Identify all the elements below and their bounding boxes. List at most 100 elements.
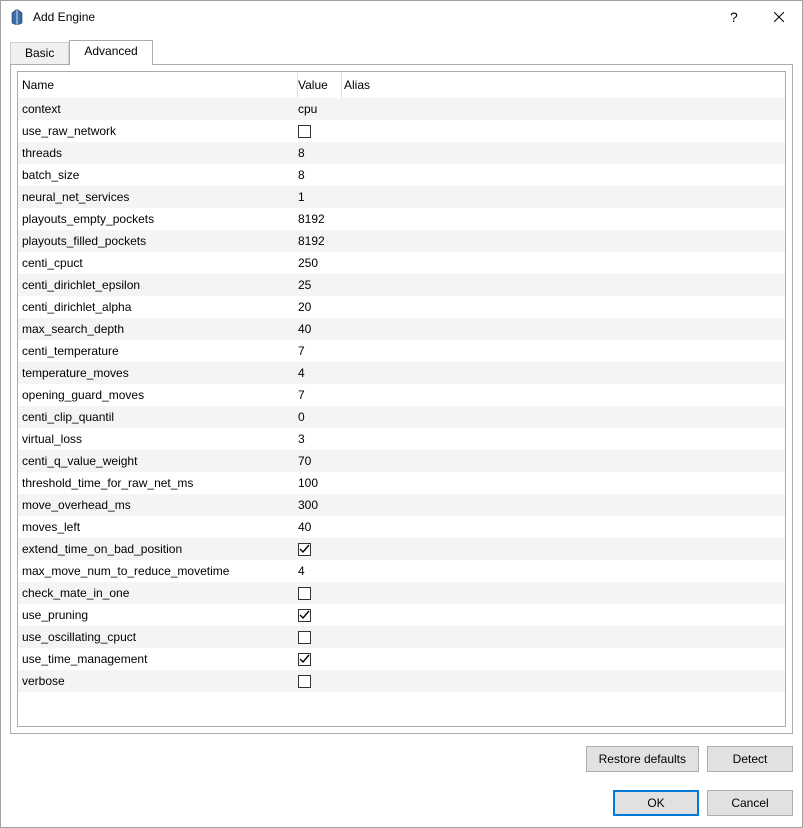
table-row[interactable]: centi_cpuct250 (18, 252, 785, 274)
row-value[interactable]: 8192 (298, 234, 342, 248)
table-row[interactable]: max_search_depth40 (18, 318, 785, 340)
table-row[interactable]: playouts_filled_pockets8192 (18, 230, 785, 252)
table-row[interactable]: threads8 (18, 142, 785, 164)
row-value[interactable]: 4 (298, 366, 342, 380)
row-value[interactable]: 8 (298, 146, 342, 160)
row-name: extend_time_on_bad_position (18, 542, 298, 556)
close-button[interactable] (756, 1, 802, 33)
ok-button[interactable]: OK (613, 790, 699, 816)
table-row[interactable]: threshold_time_for_raw_net_ms100 (18, 472, 785, 494)
table-row[interactable]: temperature_moves4 (18, 362, 785, 384)
row-name: neural_net_services (18, 190, 298, 204)
row-name: threads (18, 146, 298, 160)
checkbox[interactable] (298, 587, 311, 600)
table-row[interactable]: extend_time_on_bad_position (18, 538, 785, 560)
checkbox[interactable] (298, 543, 311, 556)
title-bar: Add Engine ? (1, 1, 802, 33)
detect-button[interactable]: Detect (707, 746, 793, 772)
row-name: max_move_num_to_reduce_movetime (18, 564, 298, 578)
row-name: centi_clip_quantil (18, 410, 298, 424)
row-value[interactable]: 100 (298, 476, 342, 490)
row-value[interactable] (298, 653, 342, 666)
tab-content-advanced: Name Value Alias contextcpu use_raw_netwo… (10, 64, 793, 734)
column-header-value[interactable]: Value (298, 72, 342, 98)
row-value[interactable]: 3 (298, 432, 342, 446)
row-value[interactable] (298, 543, 342, 556)
table-row[interactable]: contextcpu (18, 98, 785, 120)
restore-defaults-button[interactable]: Restore defaults (586, 746, 699, 772)
table-row[interactable]: moves_left40 (18, 516, 785, 538)
row-value[interactable]: 8 (298, 168, 342, 182)
checkbox[interactable] (298, 125, 311, 138)
row-name: use_oscillating_cpuct (18, 630, 298, 644)
row-name: verbose (18, 674, 298, 688)
window-title: Add Engine (33, 10, 95, 24)
row-name: temperature_moves (18, 366, 298, 380)
table-row[interactable]: verbose (18, 670, 785, 692)
row-value[interactable]: cpu (298, 102, 342, 116)
row-name: playouts_empty_pockets (18, 212, 298, 226)
row-value[interactable]: 300 (298, 498, 342, 512)
table-row[interactable]: playouts_empty_pockets8192 (18, 208, 785, 230)
row-value[interactable]: 0 (298, 410, 342, 424)
table-row[interactable]: centi_dirichlet_epsilon25 (18, 274, 785, 296)
row-name: moves_left (18, 520, 298, 534)
row-value[interactable] (298, 675, 342, 688)
row-value[interactable]: 7 (298, 344, 342, 358)
cancel-button[interactable]: Cancel (707, 790, 793, 816)
row-name: opening_guard_moves (18, 388, 298, 402)
table-row[interactable]: max_move_num_to_reduce_movetime4 (18, 560, 785, 582)
row-value[interactable] (298, 609, 342, 622)
row-name: use_raw_network (18, 124, 298, 138)
checkbox[interactable] (298, 653, 311, 666)
row-value[interactable]: 1 (298, 190, 342, 204)
row-value[interactable]: 20 (298, 300, 342, 314)
table-row[interactable]: use_pruning (18, 604, 785, 626)
table-row[interactable]: centi_clip_quantil0 (18, 406, 785, 428)
row-value[interactable]: 7 (298, 388, 342, 402)
row-value[interactable]: 250 (298, 256, 342, 270)
row-value[interactable]: 4 (298, 564, 342, 578)
table-row[interactable]: neural_net_services1 (18, 186, 785, 208)
row-name: playouts_filled_pockets (18, 234, 298, 248)
table-row[interactable]: centi_q_value_weight70 (18, 450, 785, 472)
row-value[interactable]: 25 (298, 278, 342, 292)
tab-advanced[interactable]: Advanced (69, 40, 152, 65)
checkbox[interactable] (298, 609, 311, 622)
svg-text:?: ? (730, 10, 738, 24)
checkbox[interactable] (298, 675, 311, 688)
table-row[interactable]: move_overhead_ms300 (18, 494, 785, 516)
table-row[interactable]: centi_temperature7 (18, 340, 785, 362)
checkbox[interactable] (298, 631, 311, 644)
table-row[interactable]: batch_size8 (18, 164, 785, 186)
row-name: batch_size (18, 168, 298, 182)
column-header-name[interactable]: Name (18, 72, 298, 98)
table-row[interactable]: check_mate_in_one (18, 582, 785, 604)
row-value[interactable] (298, 587, 342, 600)
row-name: max_search_depth (18, 322, 298, 336)
tab-basic[interactable]: Basic (10, 42, 69, 64)
table-row[interactable]: virtual_loss3 (18, 428, 785, 450)
row-name: centi_temperature (18, 344, 298, 358)
column-header-alias[interactable]: Alias (342, 72, 785, 98)
help-button[interactable]: ? (710, 1, 756, 33)
property-table: Name Value Alias contextcpu use_raw_netwo… (17, 71, 786, 727)
table-row[interactable]: use_oscillating_cpuct (18, 626, 785, 648)
row-value[interactable] (298, 631, 342, 644)
table-row[interactable]: use_time_management (18, 648, 785, 670)
row-name: check_mate_in_one (18, 586, 298, 600)
tab-strip: Basic Advanced (10, 40, 793, 64)
table-row[interactable]: centi_dirichlet_alpha20 (18, 296, 785, 318)
row-value[interactable]: 70 (298, 454, 342, 468)
table-row[interactable]: opening_guard_moves7 (18, 384, 785, 406)
row-value[interactable]: 40 (298, 322, 342, 336)
row-value[interactable]: 40 (298, 520, 342, 534)
app-icon (9, 9, 25, 25)
table-row[interactable]: use_raw_network (18, 120, 785, 142)
row-name: move_overhead_ms (18, 498, 298, 512)
row-name: centi_dirichlet_alpha (18, 300, 298, 314)
row-value[interactable] (298, 125, 342, 138)
row-value[interactable]: 8192 (298, 212, 342, 226)
row-name: centi_q_value_weight (18, 454, 298, 468)
row-name: use_pruning (18, 608, 298, 622)
